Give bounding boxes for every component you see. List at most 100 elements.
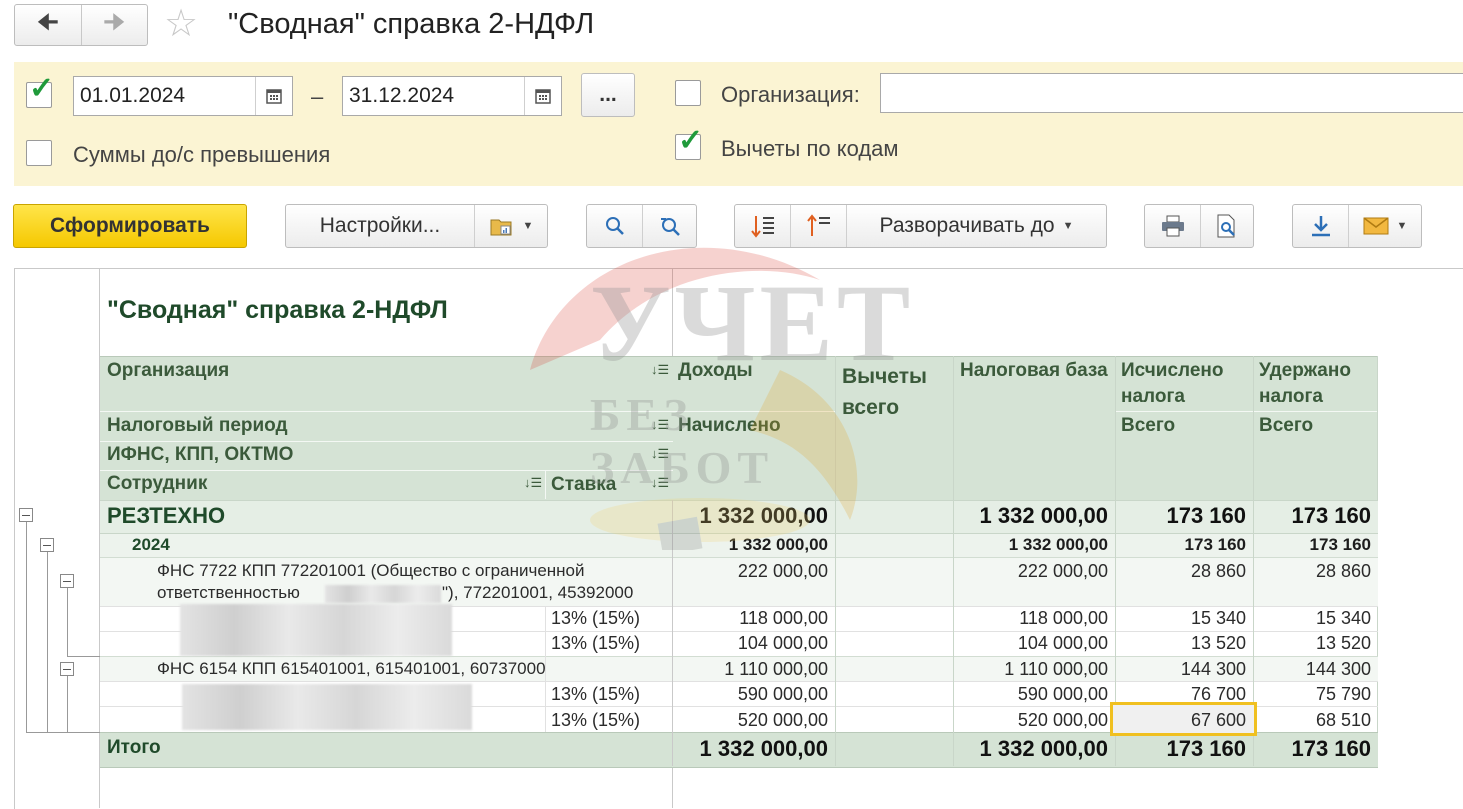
header-income: Доходы: [678, 360, 753, 381]
cell-income: 1 332 000,00: [728, 535, 828, 554]
cell-calc: 173 160: [1166, 503, 1246, 528]
header-accrued: Начислено: [678, 415, 781, 436]
export-group: ▼: [1292, 204, 1422, 248]
date-from-field[interactable]: 01.01.2024: [73, 76, 293, 116]
organization-label: Организация:: [721, 82, 860, 107]
cell-calc: 13 520: [1190, 633, 1246, 653]
find-button[interactable]: [587, 205, 642, 247]
sort-icon[interactable]: ↓☰: [651, 475, 669, 491]
organization-field[interactable]: [880, 73, 1463, 113]
cell-calc: 28 860: [1190, 561, 1246, 581]
save-button[interactable]: [1293, 205, 1348, 247]
collapse-toggle-icon[interactable]: [40, 538, 54, 552]
tree-line: [26, 522, 27, 732]
cell-income: 590 000,00: [737, 684, 828, 704]
collapse-all-button[interactable]: [790, 205, 846, 247]
header-deductions: Вычеты всего: [842, 365, 927, 419]
header-withheld-total: Всего: [1259, 415, 1314, 436]
cell-calc: 15 340: [1190, 608, 1246, 628]
cell-base: 1 332 000,00: [1008, 535, 1108, 554]
back-button[interactable]: 🠈: [15, 5, 81, 45]
report-variant-icon: [490, 219, 512, 236]
cell-withheld: 173 160: [1291, 503, 1371, 528]
period-select-button[interactable]: ...: [581, 73, 635, 117]
collapse-toggle-icon[interactable]: [60, 574, 74, 588]
chevron-down-icon: ▼: [522, 220, 534, 232]
sums-checkbox[interactable]: [26, 140, 52, 166]
check-icon: ✓: [29, 72, 55, 105]
cell-withheld: 28 860: [1315, 561, 1371, 581]
search-cancel-icon: [660, 218, 680, 236]
check-icon: ✓: [678, 124, 704, 157]
settings-button[interactable]: Настройки...: [286, 205, 474, 247]
organization-checkbox[interactable]: [675, 80, 701, 106]
cell-rate: 13% (15%): [551, 633, 641, 653]
grid-line: [1116, 411, 1378, 412]
cell-withheld: 144 300: [1305, 659, 1371, 679]
generate-button[interactable]: Сформировать: [13, 204, 247, 248]
row-ifns-line3: "), 772201001, 45392000: [442, 583, 634, 602]
expand-to-dropdown[interactable]: Разворачивать до ▼: [846, 205, 1106, 247]
cell-base: 590 000,00: [1017, 684, 1108, 704]
variants-button[interactable]: ▼: [474, 205, 547, 247]
search-group: [586, 204, 697, 248]
sort-icon[interactable]: ↓☰: [524, 475, 542, 491]
redacted-employee: [180, 604, 452, 656]
redacted-text: [325, 585, 441, 603]
cell-income: 222 000,00: [737, 561, 828, 581]
collapse-toggle-icon[interactable]: [60, 662, 74, 676]
header-ifns: ИФНС, КПП, ОКТМО: [107, 444, 294, 465]
row-ifns-line1: ФНС 7722 КПП 772201001 (Общество с огран…: [157, 561, 585, 580]
cell-income: 1 110 000,00: [724, 659, 828, 679]
row-period: 2024: [132, 535, 170, 554]
search-icon: [605, 217, 624, 235]
sort-icon[interactable]: ↓☰: [651, 417, 669, 433]
tree-line: [67, 676, 68, 732]
cell-income: 118 000,00: [739, 608, 828, 628]
sums-label: Суммы до/с превышения: [73, 142, 331, 167]
total-income: 1 332 000,00: [699, 736, 828, 761]
date-to-field[interactable]: 31.12.2024: [342, 76, 562, 116]
tree-line: [26, 732, 100, 733]
chevron-down-icon: ▼: [1062, 220, 1074, 232]
grid-line: [835, 500, 836, 766]
grid-line: [672, 500, 673, 766]
period-checkbox[interactable]: ✓: [26, 72, 54, 108]
date-separator: –: [311, 84, 324, 109]
cell-income: 520 000,00: [737, 710, 828, 730]
row-ifns: ФНС 6154 КПП 615401001, 615401001, 60737…: [157, 659, 546, 678]
grid-line: [953, 500, 954, 766]
arrow-right-icon: 🠊: [103, 8, 126, 36]
calendar-button[interactable]: [524, 77, 561, 115]
total-calc: 173 160: [1166, 736, 1246, 761]
collapse-toggle-icon[interactable]: [19, 508, 33, 522]
cell-base: 1 332 000,00: [979, 503, 1108, 528]
calendar-button[interactable]: [255, 77, 292, 115]
cell-calc: 67 600: [1190, 710, 1246, 730]
forward-button[interactable]: 🠊: [80, 5, 148, 45]
total-label: Итого: [107, 737, 161, 758]
deductions-by-codes-checkbox[interactable]: ✓: [675, 124, 703, 160]
cell-withheld: 15 340: [1315, 608, 1371, 628]
total-base: 1 332 000,00: [979, 736, 1108, 761]
print-group: [1144, 204, 1254, 248]
filter-panel: ✓ 01.01.2024 – 31.12.2024 ... Организаци…: [14, 62, 1463, 186]
calendar-icon: [266, 89, 282, 104]
favorite-star-icon[interactable]: ☆: [164, 4, 198, 44]
cell-calc: 173 160: [1184, 535, 1246, 554]
window-title: "Сводная" справка 2-НДФЛ: [228, 8, 595, 40]
cancel-search-button[interactable]: [642, 205, 696, 247]
cell-base: 222 000,00: [1017, 561, 1108, 581]
printer-icon: [1161, 215, 1184, 237]
send-email-button[interactable]: ▼: [1348, 205, 1421, 247]
cell-base: 118 000,00: [1019, 608, 1108, 628]
sort-icon[interactable]: ↓☰: [651, 362, 669, 378]
cell-rate: 13% (15%): [551, 710, 641, 730]
print-button[interactable]: [1145, 205, 1200, 247]
cell-rate: 13% (15%): [551, 684, 641, 704]
grid-line: [673, 411, 835, 412]
sort-icon[interactable]: ↓☰: [651, 446, 669, 462]
expand-all-button[interactable]: [735, 205, 790, 247]
cell-withheld: 75 790: [1315, 684, 1371, 704]
print-preview-button[interactable]: [1200, 205, 1253, 247]
